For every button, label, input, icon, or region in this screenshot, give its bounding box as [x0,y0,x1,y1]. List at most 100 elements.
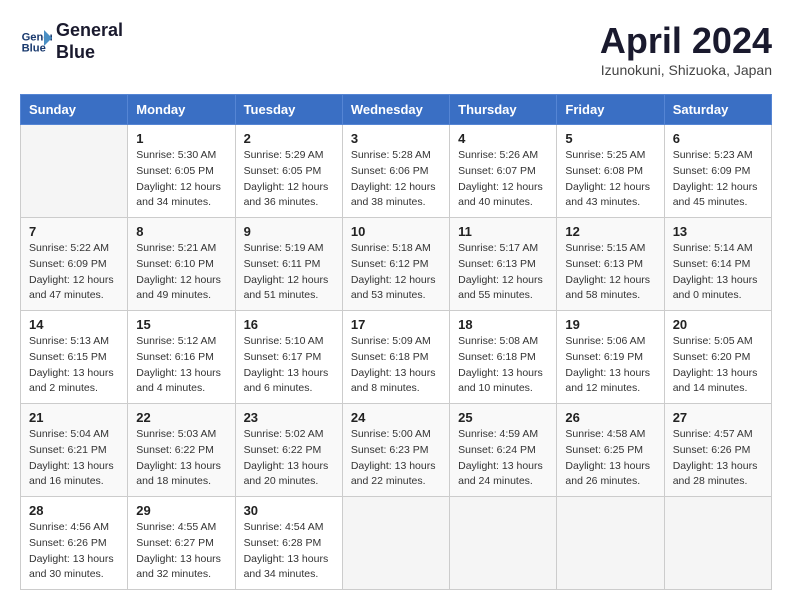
calendar-cell: 9 Sunrise: 5:19 AM Sunset: 6:11 PM Daylig… [235,218,342,311]
calendar-cell: 7 Sunrise: 5:22 AM Sunset: 6:09 PM Daylig… [21,218,128,311]
calendar-cell [21,125,128,218]
calendar-cell: 1 Sunrise: 5:30 AM Sunset: 6:05 PM Daylig… [128,125,235,218]
day-number: 4 [458,131,548,146]
day-number: 15 [136,317,226,332]
day-info: Sunrise: 5:05 AM Sunset: 6:20 PM Dayligh… [673,334,763,397]
calendar-cell: 3Sunrise: 5:28 AM Sunset: 6:06 PM Daylig… [342,125,449,218]
day-info: Sunrise: 5:15 AM Sunset: 6:13 PM Dayligh… [565,241,655,304]
day-number: 20 [673,317,763,332]
day-number: 1 [136,131,226,146]
day-number: 22 [136,410,226,425]
day-number: 24 [351,410,441,425]
calendar-week-row: 21 Sunrise: 5:04 AM Sunset: 6:21 PM Dayli… [21,404,772,497]
day-info: Sunrise: 5:13 AM Sunset: 6:15 PM Dayligh… [29,334,119,397]
calendar-table: SundayMondayTuesdayWednesdayThursdayFrid… [20,94,772,590]
weekday-header-row: SundayMondayTuesdayWednesdayThursdayFrid… [21,95,772,125]
day-number: 11 [458,224,548,239]
day-number: 18 [458,317,548,332]
day-info: Sunrise: 5:10 AM Sunset: 6:17 PM Dayligh… [244,334,334,397]
title-block: April 2024 Izunokuni, Shizuoka, Japan [600,20,772,78]
day-info: Sunrise: 5:04 AM Sunset: 6:21 PM Dayligh… [29,427,119,490]
weekday-header: Wednesday [342,95,449,125]
day-info: Sunrise: 5:23 AM Sunset: 6:09 PM Dayligh… [673,148,763,211]
day-number: 27 [673,410,763,425]
day-info: Sunrise: 5:14 AM Sunset: 6:14 PM Dayligh… [673,241,763,304]
weekday-header: Tuesday [235,95,342,125]
calendar-cell [664,497,771,590]
weekday-header: Saturday [664,95,771,125]
calendar-cell [342,497,449,590]
day-number: 5 [565,131,655,146]
day-info: Sunrise: 5:12 AM Sunset: 6:16 PM Dayligh… [136,334,226,397]
day-info: Sunrise: 5:21 AM Sunset: 6:10 PM Dayligh… [136,241,226,304]
day-info: Sunrise: 5:08 AM Sunset: 6:18 PM Dayligh… [458,334,548,397]
day-info: Sunrise: 5:09 AM Sunset: 6:18 PM Dayligh… [351,334,441,397]
day-info: Sunrise: 5:22 AM Sunset: 6:09 PM Dayligh… [29,241,119,304]
location: Izunokuni, Shizuoka, Japan [600,62,772,78]
calendar-cell: 20 Sunrise: 5:05 AM Sunset: 6:20 PM Dayli… [664,311,771,404]
day-number: 13 [673,224,763,239]
day-info: Sunrise: 5:30 AM Sunset: 6:05 PM Dayligh… [136,148,226,211]
calendar-cell: 6 Sunrise: 5:23 AM Sunset: 6:09 PM Daylig… [664,125,771,218]
day-number: 29 [136,503,226,518]
calendar-cell: 5 Sunrise: 5:25 AM Sunset: 6:08 PM Daylig… [557,125,664,218]
weekday-header: Sunday [21,95,128,125]
day-info: Sunrise: 5:06 AM Sunset: 6:19 PM Dayligh… [565,334,655,397]
day-info: Sunrise: 4:57 AM Sunset: 6:26 PM Dayligh… [673,427,763,490]
day-number: 16 [244,317,334,332]
calendar-cell: 16 Sunrise: 5:10 AM Sunset: 6:17 PM Dayli… [235,311,342,404]
day-number: 28 [29,503,119,518]
day-number: 9 [244,224,334,239]
calendar-cell: 14 Sunrise: 5:13 AM Sunset: 6:15 PM Dayli… [21,311,128,404]
calendar-cell: 12 Sunrise: 5:15 AM Sunset: 6:13 PM Dayli… [557,218,664,311]
calendar-cell: 22Sunrise: 5:03 AM Sunset: 6:22 PM Dayli… [128,404,235,497]
calendar-cell: 8Sunrise: 5:21 AM Sunset: 6:10 PM Daylig… [128,218,235,311]
calendar-cell: 18 Sunrise: 5:08 AM Sunset: 6:18 PM Dayli… [450,311,557,404]
calendar-cell: 26Sunrise: 4:58 AM Sunset: 6:25 PM Dayli… [557,404,664,497]
calendar-cell: 25Sunrise: 4:59 AM Sunset: 6:24 PM Dayli… [450,404,557,497]
day-number: 21 [29,410,119,425]
day-number: 3 [351,131,441,146]
calendar-cell [557,497,664,590]
calendar-cell: 13 Sunrise: 5:14 AM Sunset: 6:14 PM Dayli… [664,218,771,311]
page-header: General Blue General Blue April 2024 Izu… [20,20,772,78]
day-number: 14 [29,317,119,332]
day-info: Sunrise: 5:29 AM Sunset: 6:05 PM Dayligh… [244,148,334,211]
day-info: Sunrise: 5:19 AM Sunset: 6:11 PM Dayligh… [244,241,334,304]
calendar-cell: 15 Sunrise: 5:12 AM Sunset: 6:16 PM Dayli… [128,311,235,404]
calendar-cell: 10 Sunrise: 5:18 AM Sunset: 6:12 PM Dayli… [342,218,449,311]
day-number: 2 [244,131,334,146]
calendar-cell: 2 Sunrise: 5:29 AM Sunset: 6:05 PM Daylig… [235,125,342,218]
day-number: 25 [458,410,548,425]
day-number: 19 [565,317,655,332]
day-info: Sunrise: 5:00 AM Sunset: 6:23 PM Dayligh… [351,427,441,490]
weekday-header: Thursday [450,95,557,125]
calendar-cell: 29Sunrise: 4:55 AM Sunset: 6:27 PM Dayli… [128,497,235,590]
day-number: 6 [673,131,763,146]
day-number: 23 [244,410,334,425]
calendar-cell: 28 Sunrise: 4:56 AM Sunset: 6:26 PM Dayli… [21,497,128,590]
day-info: Sunrise: 4:54 AM Sunset: 6:28 PM Dayligh… [244,520,334,583]
day-number: 7 [29,224,119,239]
day-info: Sunrise: 5:02 AM Sunset: 6:22 PM Dayligh… [244,427,334,490]
day-info: Sunrise: 4:56 AM Sunset: 6:26 PM Dayligh… [29,520,119,583]
calendar-week-row: 7 Sunrise: 5:22 AM Sunset: 6:09 PM Daylig… [21,218,772,311]
calendar-cell: 11Sunrise: 5:17 AM Sunset: 6:13 PM Dayli… [450,218,557,311]
calendar-cell: 21 Sunrise: 5:04 AM Sunset: 6:21 PM Dayli… [21,404,128,497]
day-number: 12 [565,224,655,239]
calendar-week-row: 14 Sunrise: 5:13 AM Sunset: 6:15 PM Dayli… [21,311,772,404]
calendar-cell [450,497,557,590]
logo-icon: General Blue [20,26,52,58]
calendar-cell: 17 Sunrise: 5:09 AM Sunset: 6:18 PM Dayli… [342,311,449,404]
calendar-cell: 30Sunrise: 4:54 AM Sunset: 6:28 PM Dayli… [235,497,342,590]
calendar-cell: 4Sunrise: 5:26 AM Sunset: 6:07 PM Daylig… [450,125,557,218]
day-info: Sunrise: 5:18 AM Sunset: 6:12 PM Dayligh… [351,241,441,304]
day-number: 10 [351,224,441,239]
day-number: 17 [351,317,441,332]
day-info: Sunrise: 5:25 AM Sunset: 6:08 PM Dayligh… [565,148,655,211]
weekday-header: Friday [557,95,664,125]
logo-text: General Blue [56,20,123,63]
calendar-week-row: 1 Sunrise: 5:30 AM Sunset: 6:05 PM Daylig… [21,125,772,218]
calendar-cell: 23 Sunrise: 5:02 AM Sunset: 6:22 PM Dayli… [235,404,342,497]
calendar-cell: 27 Sunrise: 4:57 AM Sunset: 6:26 PM Dayli… [664,404,771,497]
